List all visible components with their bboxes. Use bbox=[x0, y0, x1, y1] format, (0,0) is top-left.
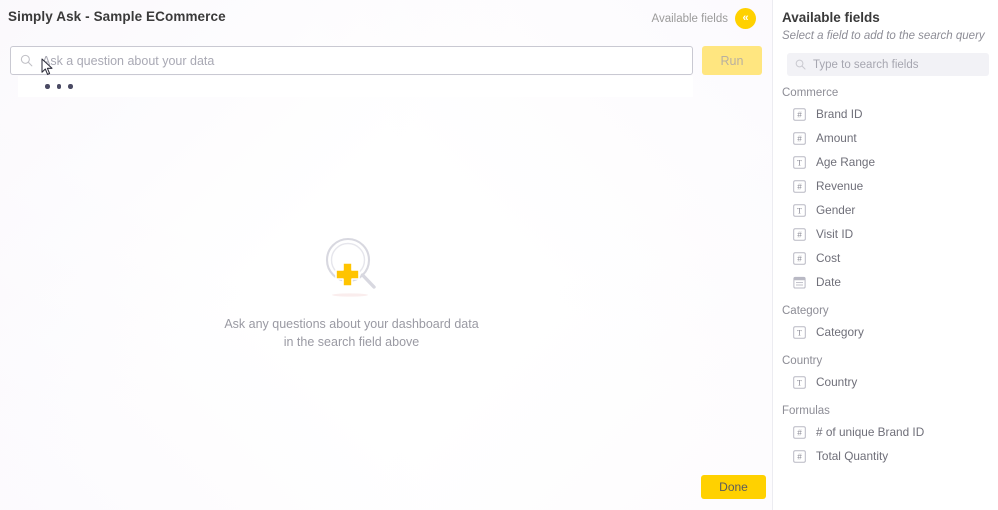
svg-text:T: T bbox=[797, 378, 802, 387]
question-search-box[interactable] bbox=[10, 46, 693, 75]
suggestion-dropdown bbox=[18, 76, 693, 97]
empty-state-line-1: Ask any questions about your dashboard d… bbox=[0, 315, 703, 333]
field-list-item[interactable]: T Country bbox=[773, 370, 998, 394]
svg-text:T: T bbox=[797, 158, 802, 167]
dot-3 bbox=[68, 84, 73, 89]
available-fields-title: Available fields bbox=[782, 10, 998, 25]
field-groups-list: Commerce # Brand ID # Amount T Age Range # Reven… bbox=[773, 87, 998, 468]
field-label: Age Range bbox=[816, 155, 875, 169]
done-button[interactable]: Done bbox=[701, 475, 766, 499]
calendar-field-icon bbox=[793, 276, 806, 289]
field-label: Country bbox=[816, 375, 857, 389]
field-group-title: Formulas bbox=[782, 405, 998, 417]
field-list-item[interactable]: Date bbox=[773, 270, 998, 294]
svg-text:#: # bbox=[797, 110, 802, 119]
field-list-item[interactable]: # # of unique Brand ID bbox=[773, 420, 998, 444]
main-pane: Simply Ask - Sample ECommerce Available … bbox=[0, 0, 772, 510]
field-list-item[interactable]: # Cost bbox=[773, 246, 998, 270]
field-list-item[interactable]: # Revenue bbox=[773, 174, 998, 198]
field-list-item[interactable]: # Visit ID bbox=[773, 222, 998, 246]
field-label: Total Quantity bbox=[816, 449, 888, 463]
search-icon bbox=[795, 59, 806, 70]
text-field-icon: T bbox=[793, 204, 806, 217]
field-label: Visit ID bbox=[816, 227, 853, 241]
double-chevron-left-icon: « bbox=[742, 13, 747, 24]
field-list-item[interactable]: # Amount bbox=[773, 126, 998, 150]
field-search-input[interactable] bbox=[813, 59, 963, 71]
field-label: Amount bbox=[816, 131, 857, 145]
svg-text:#: # bbox=[797, 182, 802, 191]
collapse-panel-button[interactable]: « bbox=[735, 8, 756, 29]
field-label: Category bbox=[816, 325, 864, 339]
magnifier-plus-icon bbox=[314, 232, 390, 302]
field-group: Commerce # Brand ID # Amount T Age Range # Reven… bbox=[773, 87, 998, 294]
dot-1 bbox=[45, 84, 50, 89]
simply-ask-dialog: Simply Ask - Sample ECommerce Available … bbox=[0, 0, 998, 510]
page-title: Simply Ask - Sample ECommerce bbox=[8, 9, 226, 24]
field-list-item[interactable]: T Age Range bbox=[773, 150, 998, 174]
field-label: Date bbox=[816, 275, 841, 289]
available-fields-subtitle: Select a field to add to the search quer… bbox=[782, 30, 998, 42]
empty-state: Ask any questions about your dashboard d… bbox=[0, 232, 703, 351]
field-label: # of unique Brand ID bbox=[816, 425, 924, 439]
field-list-item[interactable]: # Total Quantity bbox=[773, 444, 998, 468]
svg-text:T: T bbox=[797, 328, 802, 337]
search-icon bbox=[20, 54, 33, 67]
hash-field-icon: # bbox=[793, 426, 806, 439]
hash-field-icon: # bbox=[793, 450, 806, 463]
field-list-item[interactable]: T Category bbox=[773, 320, 998, 344]
svg-text:T: T bbox=[797, 206, 802, 215]
field-group-title: Category bbox=[782, 305, 998, 317]
question-search-input[interactable] bbox=[42, 54, 662, 68]
svg-text:#: # bbox=[797, 230, 802, 239]
hash-field-icon: # bbox=[793, 132, 806, 145]
field-group-title: Country bbox=[782, 355, 998, 367]
text-field-icon: T bbox=[793, 326, 806, 339]
collapse-toggle-label: Available fields bbox=[651, 13, 728, 25]
field-label: Gender bbox=[816, 203, 855, 217]
field-group: Formulas # # of unique Brand ID # Total Quan… bbox=[773, 405, 998, 468]
available-fields-panel: Available fields Select a field to add t… bbox=[772, 0, 998, 510]
field-list-item[interactable]: T Gender bbox=[773, 198, 998, 222]
text-field-icon: T bbox=[793, 376, 806, 389]
search-row: Run bbox=[10, 46, 762, 75]
field-list-item[interactable]: # Brand ID bbox=[773, 102, 998, 126]
available-fields-toggle[interactable]: Available fields « bbox=[651, 8, 756, 29]
hash-field-icon: # bbox=[793, 108, 806, 121]
svg-text:#: # bbox=[797, 134, 802, 143]
field-label: Cost bbox=[816, 251, 840, 265]
svg-text:#: # bbox=[797, 428, 802, 437]
run-button[interactable]: Run bbox=[702, 46, 762, 75]
hash-field-icon: # bbox=[793, 252, 806, 265]
text-field-icon: T bbox=[793, 156, 806, 169]
field-group: Country T Country bbox=[773, 355, 998, 394]
field-group-title: Commerce bbox=[782, 87, 998, 99]
svg-text:#: # bbox=[797, 452, 802, 461]
dot-2 bbox=[57, 84, 62, 89]
field-search-box[interactable] bbox=[787, 53, 989, 76]
field-label: Revenue bbox=[816, 179, 863, 193]
field-group: Category T Category bbox=[773, 305, 998, 344]
svg-text:#: # bbox=[797, 254, 802, 263]
three-dots-typing-indicator bbox=[45, 84, 73, 89]
field-label: Brand ID bbox=[816, 107, 863, 121]
hash-field-icon: # bbox=[793, 228, 806, 241]
hash-field-icon: # bbox=[793, 180, 806, 193]
empty-state-line-2: in the search field above bbox=[0, 333, 703, 351]
